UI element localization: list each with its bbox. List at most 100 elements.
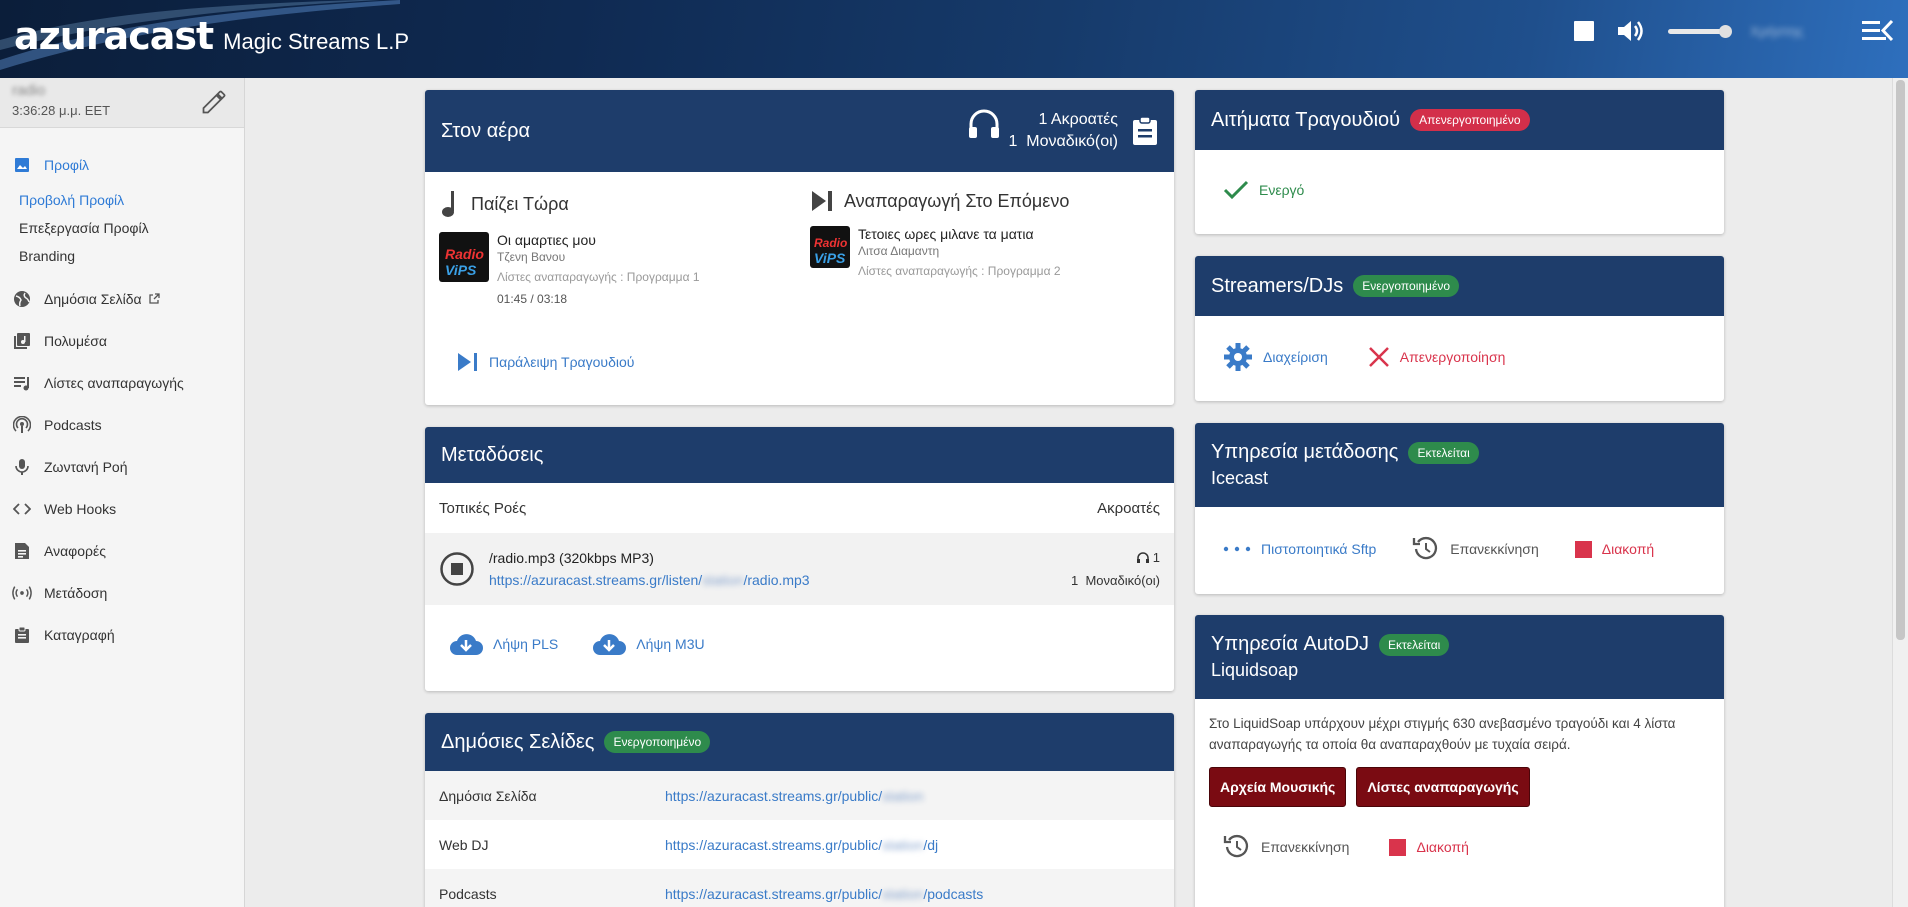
subnav-edit-profile[interactable]: Επεξεργασία Προφίλ — [19, 214, 244, 242]
url-suffix: /podcasts — [923, 885, 984, 902]
skip-song-button[interactable]: Παράλειψη Τραγουδιού — [457, 352, 634, 372]
broadcasts-card: Μεταδόσεις Τοπικές Ροές Ακροατές /radio.… — [425, 427, 1174, 691]
sidebar-item-label: Δημόσια Σελίδα — [44, 291, 142, 307]
sidebar-item-reports[interactable]: Αναφορές — [0, 530, 244, 572]
stop-player-button[interactable] — [1574, 21, 1594, 41]
sidebar-item-profile[interactable]: Προφίλ — [0, 144, 244, 186]
playlist-icon — [12, 373, 32, 393]
listeners-count: 1 Ακροατές — [1038, 111, 1118, 128]
station-title: Magic Streams L.P — [223, 29, 409, 54]
stop-broadcast-label: Διακοπή — [1601, 541, 1655, 557]
stop-broadcast-button[interactable]: Διακοπή — [1574, 540, 1655, 558]
user-menu[interactable]: Χρήστης — [1750, 19, 1840, 43]
brand[interactable]: azuracast Magic Streams L.P — [14, 14, 409, 58]
restart-broadcast-button[interactable]: Επανεκκίνηση — [1412, 535, 1539, 563]
image-icon — [12, 155, 32, 175]
status-badge: Ενεργοποιημένο — [1353, 275, 1459, 297]
sidebar-item-public-page[interactable]: Δημόσια Σελίδα — [0, 278, 244, 320]
clipboard-list-icon[interactable] — [1132, 116, 1158, 146]
table-row: Podcasts https://azuracast.streams.gr/pu… — [425, 869, 1174, 907]
stream-url-prefix: https://azuracast.streams.gr/listen/ — [489, 572, 703, 588]
top-bar: azuracast Magic Streams L.P Χρήστης — [0, 0, 1908, 78]
disable-streamers-button[interactable]: Απενεργοποίηση — [1368, 342, 1505, 372]
song-requests-card: Αιτήματα Τραγουδιού Απενεργοποιημένο Ενε… — [1195, 90, 1724, 234]
stream-name: /radio.mp3 (320kbps MP3) — [489, 550, 654, 566]
download-m3u-button[interactable]: Λήψη M3U — [592, 631, 705, 657]
playlists-button[interactable]: Λίστες αναπαραγωγής — [1356, 767, 1530, 807]
stop-stream-icon[interactable] — [439, 551, 475, 587]
sidebar-item-logs[interactable]: Καταγραφή — [0, 614, 244, 656]
url-suffix: /dj — [923, 836, 939, 853]
volume-slider-knob[interactable] — [1719, 24, 1732, 38]
autodj-service-card: Υπηρεσία AutoDJ Εκτελείται Liquidsoap Στο… — [1195, 615, 1724, 907]
album-art-text-a: Radio — [445, 246, 484, 262]
stop-autodj-label: Διακοπή — [1416, 839, 1469, 855]
status-badge: Ενεργοποιημένο — [604, 731, 711, 753]
podcasts-label: Podcasts — [439, 885, 497, 902]
subnav-view-profile[interactable]: Προβολή Προφίλ — [19, 186, 244, 214]
current-song-title: Οι αμαρτιες μου — [497, 232, 596, 248]
current-song: Radio ViPS Οι αμαρτιες μου Τζενη Βανου Λ… — [439, 232, 700, 306]
local-streams-column-header: Τοπικές Ροές — [439, 499, 527, 517]
restart-autodj-label: Επανεκκίνηση — [1261, 839, 1350, 855]
listeners-column-header: Ακροατές — [1097, 499, 1160, 517]
edit-station-icon[interactable] — [200, 88, 228, 116]
url-hidden: station — [882, 836, 924, 853]
restart-autodj-button[interactable]: Επανεκκίνηση — [1223, 833, 1349, 861]
skip-next-icon — [812, 191, 832, 211]
web-dj-url[interactable]: https://azuracast.streams.gr/public/stat… — [665, 837, 938, 853]
music-files-button[interactable]: Αρχεία Μουσικής — [1209, 767, 1347, 807]
download-pls-button[interactable]: Λήψη PLS — [449, 631, 558, 657]
sidebar-item-broadcasting[interactable]: Μετάδοση — [0, 572, 244, 614]
sidebar-item-podcasts[interactable]: Podcasts — [0, 404, 244, 446]
broadcasts-header: Μεταδόσεις — [425, 427, 1174, 483]
globe-icon — [12, 289, 32, 309]
station-time: 3:36:28 μ.μ. EET — [12, 103, 111, 118]
stop-icon — [1574, 540, 1592, 558]
manage-streamers-button[interactable]: Διαχείριση — [1223, 342, 1328, 372]
music-note-icon — [442, 191, 454, 217]
station-info: radio 3:36:28 μ.μ. EET — [0, 78, 244, 128]
cloud-download-icon — [593, 634, 627, 655]
streamers-title: Streamers/DJs — [1211, 274, 1344, 297]
subnav-branding[interactable]: Branding — [19, 242, 244, 270]
stop-autodj-button[interactable]: Διακοπή — [1389, 838, 1469, 856]
page-scrollbar[interactable] — [1892, 78, 1908, 907]
sftp-credentials-button[interactable]: Πιστοποιητικά Sftp — [1223, 541, 1376, 557]
sidebar-item-media[interactable]: Πολυμέσα — [0, 320, 244, 362]
next-song-title: Τετοιες ωρες μιλανε τα ματια — [858, 226, 1034, 242]
volume-slider[interactable] — [1668, 24, 1732, 38]
external-link-icon — [148, 293, 160, 304]
current-album-art: Radio ViPS — [439, 232, 489, 282]
autodj-service-name: Liquidsoap — [1211, 660, 1299, 680]
stream-listeners: 1 — [1152, 550, 1160, 565]
sidebar-item-label: Αναφορές — [44, 543, 106, 559]
menu-toggle-icon[interactable] — [1862, 19, 1894, 43]
autodj-title: Υπηρεσία AutoDJ — [1211, 633, 1370, 655]
sidebar-item-webhooks[interactable]: Web Hooks — [0, 488, 244, 530]
podcasts-url[interactable]: https://azuracast.streams.gr/public/stat… — [665, 886, 983, 902]
microphone-icon — [12, 457, 32, 477]
volume-icon[interactable] — [1616, 18, 1646, 44]
media-library-icon — [12, 331, 32, 351]
url-hidden: station — [882, 787, 924, 804]
public-page-url[interactable]: https://azuracast.streams.gr/public/stat… — [665, 788, 923, 804]
playing-now-label: Παίζει Τώρα — [471, 193, 569, 214]
stream-url[interactable]: https://azuracast.streams.gr/listen/stat… — [489, 572, 810, 588]
playlist-downloads: Λήψη PLS Λήψη M3U — [425, 605, 1174, 683]
unique-listeners-label: Μοναδικό(οι) — [1026, 133, 1118, 150]
autodj-description: Στο LiquidSoap υπάρχουν μέχρι στιγμής 63… — [1209, 716, 1676, 752]
streamers-card: Streamers/DJs Ενεργοποιημένο Διαχείριση … — [1195, 256, 1724, 401]
stream-url-suffix: /radio.mp3 — [743, 572, 810, 588]
station-name: radio — [12, 82, 46, 99]
album-art-text-b: ViPS — [445, 262, 477, 278]
azuracast-logo[interactable]: azuracast — [14, 14, 214, 58]
stream-unique-count: 1 — [1070, 573, 1079, 588]
scrollbar-thumb[interactable] — [1896, 80, 1905, 640]
sidebar-item-playlists[interactable]: Λίστες αναπαραγωγής — [0, 362, 244, 404]
enable-requests-button[interactable]: Ενεργό — [1195, 150, 1724, 230]
broadcast-icon — [12, 583, 32, 603]
now-playing-card: Στον αέρα 1 Ακροατές 1 Μοναδικό(οι) Παίζ… — [425, 90, 1174, 405]
broadcast-service-card: Υπηρεσία μετάδοσης Εκτελείται Icecast Πισ… — [1195, 423, 1724, 594]
sidebar-item-live-stream[interactable]: Ζωντανή Ροή — [0, 446, 244, 488]
